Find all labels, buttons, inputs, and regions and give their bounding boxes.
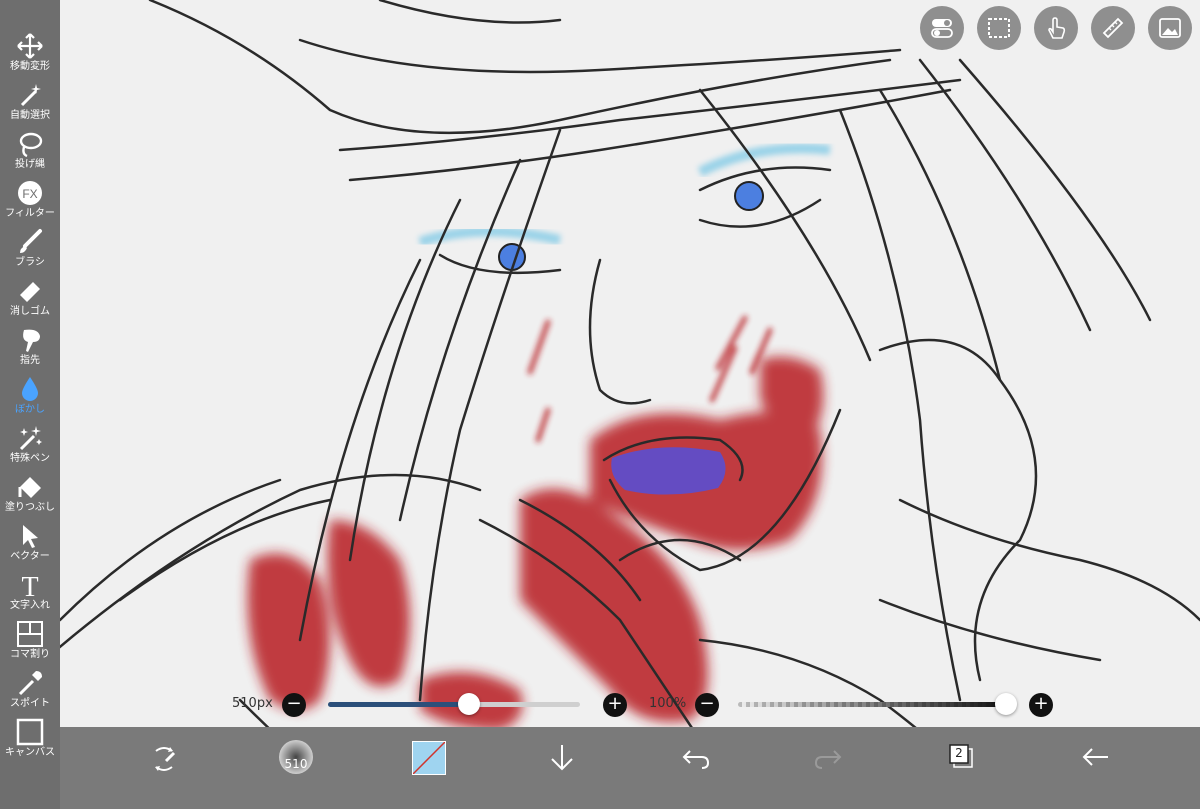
tool-label: 指先 bbox=[20, 355, 40, 366]
transform-button[interactable] bbox=[146, 727, 182, 809]
redo-button[interactable] bbox=[812, 727, 844, 809]
tool-label: 投げ縄 bbox=[15, 159, 45, 170]
eyedropper-icon bbox=[18, 671, 42, 696]
tool-label: 文字入れ bbox=[10, 600, 50, 611]
size-increase-button[interactable]: + bbox=[603, 693, 627, 717]
brush-icon bbox=[20, 229, 42, 253]
text-glyph: T bbox=[21, 572, 38, 599]
canvas-square-icon bbox=[16, 718, 44, 746]
move-arrows-icon bbox=[17, 33, 43, 59]
magic-wand-icon bbox=[20, 84, 41, 107]
top-right-controls bbox=[920, 6, 1200, 52]
tool-fill[interactable]: 塗りつぶし bbox=[0, 469, 60, 517]
tool-sidebar: 移動変形 自動選択 投げ縄 FX フィルター ブラシ 消しゴム 指先 ぼかし 特… bbox=[0, 0, 60, 809]
cursor-arrow-icon bbox=[23, 525, 38, 548]
tool-text[interactable]: T 文字入れ bbox=[0, 567, 60, 615]
touch-hand-icon bbox=[1048, 17, 1066, 39]
tool-label: ぼかし bbox=[15, 404, 45, 415]
opacity-value: 100% bbox=[649, 696, 687, 711]
blur-drop-icon bbox=[22, 377, 38, 401]
tool-label: 移動変形 bbox=[10, 61, 50, 72]
plus-icon: + bbox=[1033, 693, 1049, 714]
redo-icon bbox=[814, 750, 842, 769]
back-arrow-icon bbox=[1082, 748, 1108, 766]
brush-size-slider-fill bbox=[328, 702, 470, 707]
smudge-icon bbox=[23, 329, 40, 352]
size-decrease-button[interactable]: − bbox=[282, 693, 306, 717]
back-button[interactable] bbox=[1080, 727, 1112, 809]
tool-move[interactable]: 移動変形 bbox=[0, 28, 60, 76]
minus-icon: − bbox=[286, 693, 302, 714]
color-swatch-button[interactable] bbox=[412, 727, 446, 809]
tool-smudge[interactable]: 指先 bbox=[0, 322, 60, 370]
tool-label: 自動選択 bbox=[10, 110, 50, 121]
tool-blur[interactable]: ぼかし bbox=[0, 371, 60, 419]
eraser-icon bbox=[20, 282, 40, 302]
sparkle-pen-icon bbox=[19, 426, 42, 451]
selection-button[interactable] bbox=[977, 6, 1021, 50]
text-t-icon: T bbox=[21, 572, 38, 599]
brush-size-slider[interactable] bbox=[328, 693, 580, 715]
bottom-toolbar: 510 2 bbox=[60, 727, 1200, 809]
tool-label: 塗りつぶし bbox=[4, 502, 56, 513]
image-reference-icon bbox=[1159, 18, 1181, 38]
tool-special-pen[interactable]: 特殊ペン bbox=[0, 420, 60, 468]
tool-label: フィルター bbox=[5, 208, 55, 219]
fx-glyph: FX bbox=[22, 187, 37, 201]
color-swatch bbox=[412, 741, 446, 775]
layer-count: 2 bbox=[955, 746, 963, 760]
download-arrow-icon bbox=[551, 745, 573, 771]
toggle-switch-icon bbox=[931, 19, 953, 38]
tool-magic-select[interactable]: 自動選択 bbox=[0, 77, 60, 125]
minus-icon: − bbox=[699, 693, 715, 714]
opacity-decrease-button[interactable]: − bbox=[695, 693, 719, 717]
tool-vector[interactable]: ベクター bbox=[0, 518, 60, 566]
brush-preview-button[interactable]: 510 bbox=[276, 727, 316, 809]
opacity-slider-fill bbox=[738, 702, 1006, 707]
tool-eraser[interactable]: 消しゴム bbox=[0, 273, 60, 321]
tool-canvas[interactable]: キャンバス bbox=[0, 714, 60, 762]
opacity-slider[interactable] bbox=[738, 693, 1017, 715]
tool-eyedropper[interactable]: スポイト bbox=[0, 665, 60, 713]
tool-frame[interactable]: コマ割り bbox=[0, 616, 60, 664]
tool-label: スポイト bbox=[10, 698, 50, 709]
fx-icon: FX bbox=[18, 181, 42, 205]
tool-label: 消しゴム bbox=[10, 306, 50, 317]
swatch-slash bbox=[413, 742, 445, 774]
tool-label: ブラシ bbox=[15, 257, 45, 268]
brush-slider-row: 510px − + 100% − + bbox=[60, 688, 1200, 722]
panel-divide-icon bbox=[17, 621, 43, 647]
slider-handle[interactable] bbox=[995, 693, 1017, 715]
ruler-button[interactable] bbox=[1091, 6, 1135, 50]
undo-icon bbox=[682, 750, 710, 769]
paint-bucket-icon bbox=[18, 477, 41, 498]
brush-size-label: 510 bbox=[284, 757, 308, 771]
layers-button[interactable]: 2 bbox=[946, 727, 978, 809]
tool-label: ベクター bbox=[10, 551, 50, 562]
plus-icon: + bbox=[607, 693, 623, 714]
touch-button[interactable] bbox=[1034, 6, 1078, 50]
opacity-increase-button[interactable]: + bbox=[1029, 693, 1053, 717]
selection-rect-icon bbox=[988, 18, 1010, 38]
tool-label: キャンバス bbox=[5, 747, 55, 758]
tool-label: 特殊ペン bbox=[10, 453, 50, 464]
lasso-icon bbox=[19, 132, 43, 158]
tool-filter[interactable]: FX フィルター bbox=[0, 175, 60, 223]
download-button[interactable] bbox=[546, 727, 578, 809]
transform-rotate-icon bbox=[155, 747, 176, 771]
ruler-icon bbox=[1102, 17, 1124, 39]
undo-button[interactable] bbox=[680, 727, 712, 809]
slider-handle[interactable] bbox=[458, 693, 481, 715]
reference-button[interactable] bbox=[1148, 6, 1192, 50]
tool-brush[interactable]: ブラシ bbox=[0, 224, 60, 272]
tool-label: コマ割り bbox=[10, 649, 50, 660]
toggle-button[interactable] bbox=[920, 6, 964, 50]
tool-lasso[interactable]: 投げ縄 bbox=[0, 126, 60, 174]
brush-size-value: 510px bbox=[232, 696, 273, 711]
